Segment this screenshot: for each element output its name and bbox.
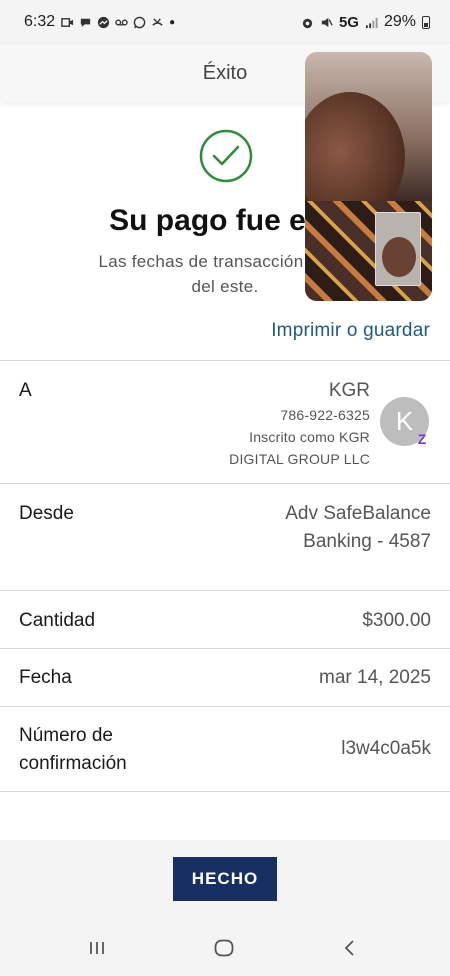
system-nav-bar bbox=[0, 920, 450, 976]
whatsapp-icon bbox=[133, 16, 146, 28]
signal-icon bbox=[365, 17, 378, 28]
print-or-save-link[interactable]: Imprimir o guardar bbox=[271, 320, 430, 342]
divider bbox=[0, 360, 450, 361]
divider bbox=[0, 706, 450, 707]
status-bar: 6:32 ● 5G 29% bbox=[0, 0, 450, 44]
alarm-icon bbox=[302, 18, 313, 28]
network-type: 5G bbox=[338, 13, 359, 31]
recipient-info: KGR 786-922-6325 Inscrito como KGR DIGIT… bbox=[229, 378, 370, 470]
confirmation-label-line-2: confirmación bbox=[19, 753, 127, 774]
confirmation-label-line-1: Número de bbox=[19, 725, 113, 746]
video-icon bbox=[61, 17, 74, 27]
divider bbox=[0, 590, 450, 591]
from-value-line-2: Banking - 4587 bbox=[303, 531, 431, 552]
back-icon bbox=[344, 940, 354, 956]
recipient-phone: 786-922-6325 bbox=[280, 407, 370, 423]
more-dot-icon: ● bbox=[169, 16, 176, 28]
self-view-image bbox=[382, 237, 416, 277]
from-value-line-1: Adv SafeBalance bbox=[285, 503, 431, 524]
battery-percent: 29% bbox=[383, 13, 416, 30]
divider bbox=[0, 791, 450, 792]
page-title: Éxito bbox=[202, 61, 248, 84]
status-left: 6:32 ● bbox=[24, 13, 175, 31]
voicemail-icon bbox=[115, 19, 128, 25]
recent-apps-icon bbox=[90, 942, 104, 954]
divider bbox=[0, 648, 450, 649]
confirmation-label: Número de confirmación bbox=[19, 722, 127, 778]
recipient-name: KGR bbox=[328, 380, 370, 401]
notification-icons: ● bbox=[61, 16, 175, 29]
status-right: 5G 29% bbox=[301, 13, 430, 31]
battery-icon bbox=[422, 15, 430, 29]
success-check-icon bbox=[199, 129, 253, 183]
to-label: A bbox=[19, 380, 32, 401]
from-label: Desde bbox=[19, 503, 74, 524]
done-button[interactable]: HECHO bbox=[173, 857, 277, 901]
date-value: mar 14, 2025 bbox=[319, 667, 431, 688]
confirmation-value: l3w4c0a5k bbox=[341, 738, 431, 759]
video-call-overlay[interactable] bbox=[305, 52, 432, 301]
recent-apps-button[interactable] bbox=[82, 934, 112, 962]
messenger-icon bbox=[98, 16, 110, 28]
recipient-enrolled-line-2: DIGITAL GROUP LLC bbox=[229, 451, 370, 467]
status-time: 6:32 bbox=[24, 13, 56, 30]
date-label: Fecha bbox=[19, 667, 72, 688]
back-button[interactable] bbox=[335, 934, 365, 962]
chat-icon bbox=[80, 18, 91, 27]
mute-icon bbox=[321, 17, 333, 27]
missed-call-icon bbox=[152, 17, 163, 26]
home-icon bbox=[214, 939, 234, 957]
recipient-enrolled-line-1: Inscrito como KGR bbox=[249, 429, 370, 445]
divider bbox=[0, 483, 450, 484]
amount-label: Cantidad bbox=[19, 610, 96, 631]
from-value: Adv SafeBalance Banking - 4587 bbox=[285, 500, 431, 556]
self-view-thumbnail[interactable] bbox=[375, 212, 421, 286]
amount-value: $300.00 bbox=[362, 610, 431, 631]
zelle-icon: Z bbox=[417, 431, 427, 447]
home-button[interactable] bbox=[209, 934, 239, 962]
